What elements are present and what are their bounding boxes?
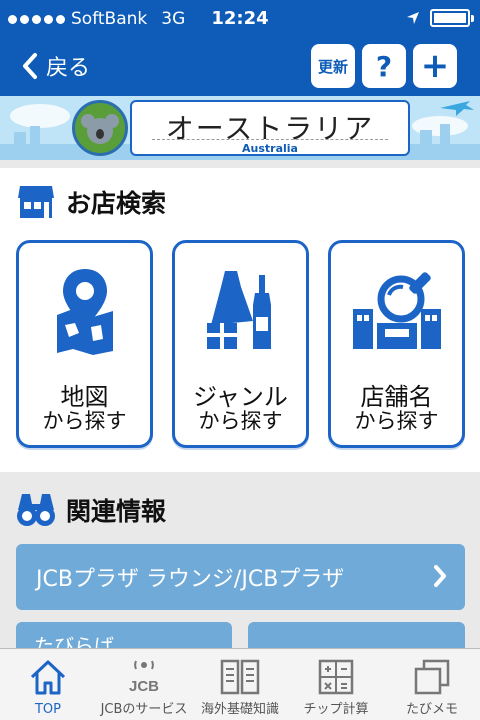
- search-by-genre-button[interactable]: ジャンル から探す: [172, 240, 309, 448]
- tab-jcb-service[interactable]: JCB JCBのサービス: [96, 649, 192, 720]
- memo-icon: [414, 659, 450, 695]
- genre-card-subtitle: から探す: [198, 409, 283, 433]
- home-icon: [30, 660, 66, 695]
- shop-search-section: お店検索 地図 から探す ジャンル から探す 店舗名 から探す: [0, 168, 480, 472]
- tab-tip-calculator[interactable]: チップ計算: [288, 649, 384, 720]
- related-info-section: 関連情報 JCBプラザ ラウンジ/JCBプラザ たびらば: [0, 472, 480, 662]
- calculator-icon: [318, 659, 354, 695]
- koala-illustration: [72, 100, 128, 156]
- tab-top-label: TOP: [34, 702, 61, 717]
- search-by-store-name-button[interactable]: 店舗名 から探す: [328, 240, 465, 448]
- help-button[interactable]: ?: [362, 44, 406, 88]
- navigation-bar: 戻る 更新 ? +: [0, 40, 480, 96]
- shop-search-title: お店検索: [66, 189, 167, 218]
- book-icon: [220, 659, 260, 695]
- status-bar: SoftBank 3G 12:24: [0, 0, 480, 40]
- location-arrow-icon: [407, 12, 419, 24]
- svg-text:JCB: JCB: [129, 678, 159, 695]
- jcb-plaza-lounge-label: JCBプラザ ラウンジ/JCBプラザ: [36, 567, 345, 592]
- country-tag: オーストラリア Australia: [130, 100, 410, 156]
- tab-top[interactable]: TOP: [0, 649, 96, 720]
- map-card-subtitle: から探す: [42, 409, 127, 433]
- battery-icon: [430, 9, 474, 27]
- store-icon: [18, 186, 54, 218]
- shop-search-header: お店検索: [16, 182, 166, 222]
- related-info-header: 関連情報: [16, 490, 166, 530]
- tab-bar: TOP JCB JCBのサービス 海外基礎知識 チップ計算 たびメモ: [0, 648, 480, 720]
- country-title: オーストラリア: [165, 112, 375, 145]
- store-search-icon: [352, 272, 441, 349]
- related-info-title: 関連情報: [66, 497, 167, 526]
- chevron-right-icon: [434, 565, 446, 587]
- search-by-map-button[interactable]: 地図 から探す: [16, 240, 153, 448]
- tab-travel-memo[interactable]: たびメモ: [384, 649, 480, 720]
- binoculars-icon: [17, 494, 55, 526]
- tag-divider: [152, 139, 388, 140]
- tab-overseas-basics[interactable]: 海外基礎知識: [192, 649, 288, 720]
- tab-travel-memo-label: たびメモ: [405, 702, 458, 717]
- country-subtitle: Australia: [242, 142, 298, 155]
- jcb-plaza-lounge-button[interactable]: JCBプラザ ラウンジ/JCBプラザ: [16, 544, 465, 610]
- back-label: 戻る: [46, 56, 91, 81]
- tab-jcb-service-label: JCBのサービス: [100, 702, 188, 717]
- jcb-service-icon: JCB: [129, 660, 159, 695]
- add-button[interactable]: +: [413, 44, 457, 88]
- back-button[interactable]: 戻る: [22, 50, 90, 82]
- tab-overseas-basics-label: 海外基礎知識: [200, 702, 279, 717]
- refresh-button[interactable]: 更新: [311, 44, 355, 88]
- chevron-left-icon: [23, 53, 37, 79]
- shopping-genre-icon: [206, 271, 271, 349]
- map-pin-icon: [56, 269, 113, 355]
- tab-tip-calculator-label: チップ計算: [303, 702, 369, 717]
- country-banner: オーストラリア Australia: [0, 96, 480, 160]
- store-name-card-subtitle: から探す: [354, 409, 439, 433]
